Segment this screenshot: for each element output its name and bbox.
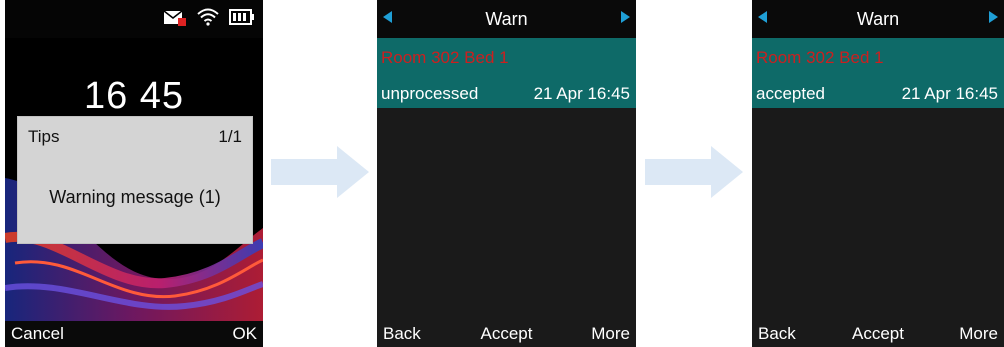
warn-location: Room 302 Bed 1 (381, 48, 509, 67)
dialog-title: Tips (28, 127, 60, 146)
tips-dialog[interactable]: Tips 1/1 Warning message (1) (17, 116, 253, 244)
wifi-icon (197, 8, 219, 31)
phone-screen-warn-unprocessed: Warn Room 302 Bed 1 unprocessed 21 Apr 1… (377, 0, 636, 347)
warn-list-item[interactable]: Room 302 Bed 1 accepted 21 Apr 16:45 (752, 38, 1004, 108)
more-softkey[interactable]: More (959, 324, 998, 344)
screen-title: Warn (856, 9, 900, 29)
warn-header: Warn (752, 0, 1004, 38)
warn-status: unprocessed (381, 84, 479, 103)
warn-header: Warn (377, 0, 636, 38)
phone-screen-warn-accepted: Warn Room 302 Bed 1 accepted 21 Apr 16:4… (752, 0, 1004, 347)
softkey-bar: Back Accept More (752, 321, 1004, 347)
warn-list-item[interactable]: Room 302 Bed 1 unprocessed 21 Apr 16:45 (377, 38, 636, 108)
dialog-page-indicator: 1/1 (218, 127, 242, 146)
warn-status: accepted (756, 84, 825, 103)
battery-icon (229, 9, 255, 30)
flow-arrow-icon (645, 146, 743, 203)
flow-arrow-icon (271, 146, 369, 203)
ok-softkey[interactable]: OK (232, 324, 257, 344)
next-arrow-icon[interactable] (621, 11, 630, 23)
softkey-bar: Cancel OK (5, 321, 263, 347)
softkey-bar: Back Accept More (377, 321, 636, 347)
warn-time: 21 Apr 16:45 (901, 84, 998, 103)
more-softkey[interactable]: More (591, 324, 630, 344)
screen-title: Warn (485, 9, 528, 29)
clock-time: 16 45 (83, 75, 185, 117)
warn-time: 21 Apr 16:45 (533, 84, 630, 103)
phone-screen-idle: 16 45 Tips 1/1 Warning message (1) Cance… (5, 0, 263, 347)
mail-alert-icon (163, 8, 187, 31)
cancel-softkey[interactable]: Cancel (11, 324, 64, 344)
dialog-message[interactable]: Warning message (1) (18, 187, 252, 208)
next-arrow-icon[interactable] (989, 11, 998, 23)
warn-location: Room 302 Bed 1 (756, 48, 884, 67)
status-bar (5, 0, 263, 38)
